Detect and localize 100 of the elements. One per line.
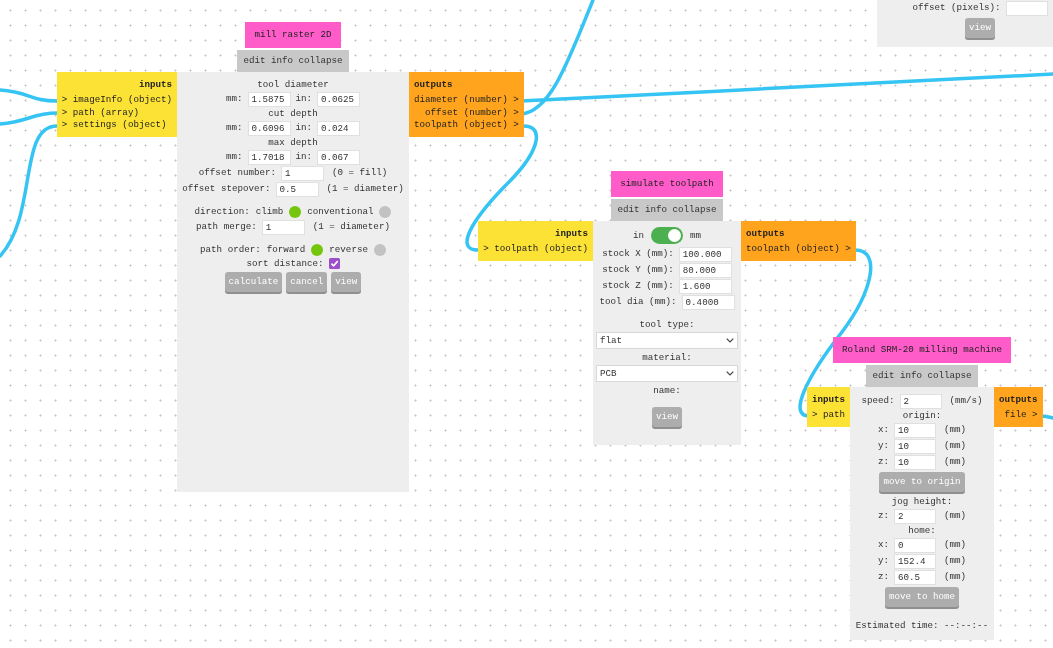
field-label: speed: — [861, 395, 895, 407]
menu-link[interactable]: info — [899, 370, 922, 382]
input-port[interactable]: > settings (object) — [61, 119, 167, 132]
menu-link[interactable]: info — [270, 55, 293, 67]
field-label: in: — [295, 151, 313, 163]
section-label: tool diameter — [257, 78, 329, 91]
output-port[interactable]: file > — [1004, 409, 1038, 422]
module-title: Roland SRM-20 milling machine — [833, 337, 1011, 363]
checkbox[interactable] — [328, 258, 340, 269]
field-label: sort distance: — [246, 257, 324, 270]
field-note: (1 = diameter) — [312, 221, 390, 233]
field-label: path order: — [200, 244, 261, 256]
field-label: in: — [295, 122, 313, 134]
menu-link[interactable]: collapse — [927, 370, 972, 382]
field-label: z: — [877, 510, 889, 522]
toggle-label: mm — [690, 229, 702, 242]
text-field[interactable]: 10 — [894, 438, 936, 454]
field-note: (mm) — [944, 555, 967, 567]
output-port[interactable]: toolpath (object) > — [414, 119, 519, 132]
panel-heading: inputs — [554, 227, 588, 241]
connection-wire — [0, 88, 59, 103]
field-note: (mm) — [944, 571, 967, 583]
section-label: name: — [653, 384, 681, 397]
section-label: cut depth — [268, 107, 318, 120]
radio-button[interactable] — [379, 206, 392, 218]
panel-heading: outputs — [999, 393, 1038, 407]
input-port[interactable]: > path — [811, 409, 845, 422]
field-label: stock Y (mm): — [602, 264, 674, 276]
field-label: y: — [877, 555, 889, 567]
menu-link[interactable]: info — [644, 204, 667, 216]
dropdown[interactable]: PCB — [596, 365, 738, 382]
toggle-label: in — [632, 229, 644, 242]
field-note: (mm) — [944, 510, 967, 522]
field-label: mm: — [225, 151, 243, 163]
module-title: simulate toolpath — [611, 171, 723, 197]
menu-link[interactable]: collapse — [298, 55, 343, 67]
text-field[interactable]: 80.000 — [678, 262, 732, 278]
text-field[interactable]: 10 — [894, 422, 936, 438]
output-port[interactable]: offset (number) > — [425, 106, 519, 119]
menu-link[interactable]: collapse — [672, 204, 717, 216]
field-label: path merge: — [196, 221, 257, 233]
text-field[interactable]: 1 — [281, 165, 325, 181]
output-port[interactable]: toolpath (object) > — [746, 243, 851, 256]
input-port[interactable]: > imageInfo (object) — [61, 94, 172, 107]
text-field[interactable]: 0.0625 — [317, 91, 361, 107]
option-label: conventional — [307, 206, 374, 218]
field-note: (0 = fill) — [332, 167, 388, 179]
field-label: offset (pixels): — [912, 2, 1001, 14]
field-note: (1 = diameter) — [326, 183, 404, 195]
field-label: stock X (mm): — [602, 248, 674, 260]
menu-link[interactable]: edit — [617, 204, 640, 216]
field-label: z: — [877, 456, 889, 468]
option-label: forward — [266, 244, 306, 256]
text-field[interactable]: 0.4000 — [681, 294, 735, 310]
field-label: mm: — [225, 122, 243, 134]
text-field[interactable]: 0.6096 — [247, 120, 291, 136]
radio-button[interactable] — [311, 244, 324, 256]
field-note: (mm) — [944, 456, 967, 468]
field-label: y: — [877, 440, 889, 452]
panel-heading: inputs — [138, 78, 172, 92]
field-label: x: — [877, 539, 889, 551]
radio-button[interactable] — [373, 244, 386, 256]
text-field[interactable]: 1 — [261, 219, 305, 235]
field-note: (mm) — [944, 424, 967, 436]
menu-link[interactable]: edit — [872, 370, 895, 382]
text-field[interactable]: 0.024 — [317, 120, 361, 136]
text-field[interactable]: 2 — [894, 508, 936, 524]
section-label: jog height: — [891, 495, 953, 508]
text-field[interactable]: 2 — [899, 393, 942, 409]
text-field[interactable]: 0.067 — [317, 149, 361, 165]
text-field[interactable]: 0 — [894, 537, 936, 553]
text-field[interactable]: 10 — [894, 454, 936, 470]
panel-heading: inputs — [811, 393, 845, 407]
text-field[interactable]: 0.5 — [275, 181, 319, 197]
text-field[interactable]: 1.600 — [678, 278, 732, 294]
input-port[interactable]: > toolpath (object) — [483, 243, 588, 256]
field-label: offset number: — [198, 167, 277, 179]
field-label: tool dia (mm): — [599, 296, 677, 308]
text-field[interactable]: 60.5 — [894, 569, 936, 585]
menu-link[interactable]: edit — [243, 55, 266, 67]
field-note: (mm/s) — [949, 395, 983, 407]
text-field[interactable]: 100.000 — [678, 246, 732, 262]
panel-heading: outputs — [414, 78, 453, 92]
field-label: z: — [877, 571, 889, 583]
text-field[interactable]: 152.4 — [894, 553, 936, 569]
field-label: direction: — [194, 206, 250, 218]
radio-button[interactable] — [289, 206, 302, 218]
input-port[interactable]: > path (array) — [61, 106, 139, 119]
text-field[interactable]: 1.5875 — [247, 91, 291, 107]
chevron-icon — [726, 338, 734, 343]
toggle-switch[interactable] — [651, 227, 683, 244]
text-field[interactable]: 1.7018 — [247, 149, 291, 165]
field-label: mm: — [225, 93, 243, 105]
text-field[interactable] — [1005, 0, 1048, 16]
option-label: reverse — [329, 244, 368, 256]
output-port[interactable]: diameter (number) > — [414, 94, 519, 107]
dropdown[interactable]: flat — [596, 332, 738, 349]
section-label: material: — [642, 351, 692, 364]
field-note: (mm) — [944, 539, 967, 551]
field-label: in: — [295, 93, 313, 105]
